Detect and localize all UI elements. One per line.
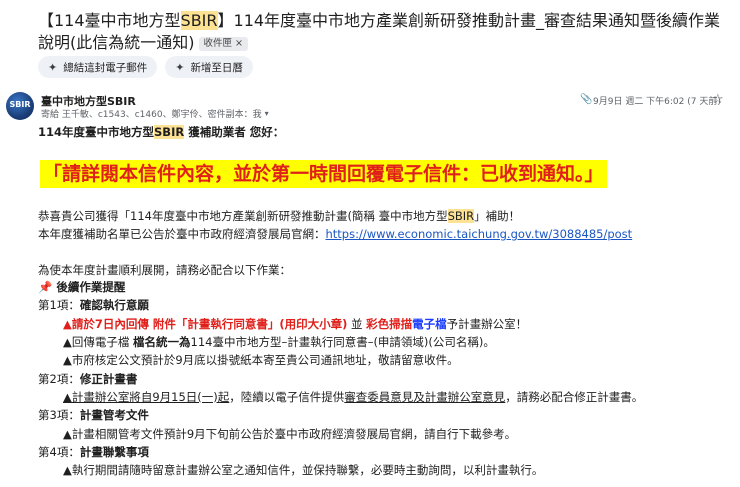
congrats-line: 恭喜貴公司獲得「114年度臺中市地方產業創新研發推動計畫(簡稱 臺中市地方型SB…: [38, 208, 520, 224]
item1-line1-red: ▲請於7日內回傳 附件「計畫執行同意書」(用印大小章): [63, 317, 348, 331]
avatar-text: SBIR: [9, 100, 31, 109]
item4-number: 第4項：: [38, 445, 80, 459]
item1-number: 第1項：: [38, 298, 80, 312]
item1-line3: ▲市府核定公文預計於9月底以掛號紙本寄至貴公司通訊地址，敬請留意收件。: [63, 353, 459, 367]
add-to-calendar-button[interactable]: ✦ 新增至日曆: [165, 56, 253, 78]
notice-banner: 「請詳閱本信件內容，並於第一時間回覆電子信件：已收到通知。」: [40, 160, 607, 188]
greeting-text-2: 獲補助業者 您好：: [184, 125, 285, 139]
item1-title: 確認執行意願: [79, 298, 149, 312]
intro-line: 為使本年度計畫順利展開，請務必配合以下作業：: [38, 263, 291, 277]
sparkle-icon: ✦: [48, 60, 58, 74]
item2-line1-d: ，請務必配合修正計畫書。: [505, 390, 644, 404]
summarize-label: 總結這封電子郵件: [63, 61, 148, 74]
item2-number: 第2項：: [38, 372, 80, 386]
email-actions: ✦ 總結這封電子郵件 ✦ 新增至日曆: [38, 56, 253, 78]
star-icon[interactable]: ☆: [712, 92, 724, 107]
congrats-text-1: 恭喜貴公司獲得「114年度臺中市地方產業創新研發推動計畫(簡稱 臺中市地方型: [38, 209, 448, 223]
email-subject: 【114臺中市地方型SBIR】114年度臺中市地方產業創新研發推動計畫_審查結果…: [38, 10, 728, 54]
item3-title: 計畫管考文件: [79, 408, 149, 422]
item3-line1: ▲計畫相關管考文件預計9月下旬前公告於臺中市政府經濟發展局官網，請自行下載參考。: [63, 427, 517, 441]
followup-title-text: 後續作業提醒: [56, 280, 126, 294]
item3-number: 第3項：: [38, 408, 80, 422]
item2-line1-b: ，陸續以電子信件提供: [229, 390, 345, 404]
item1-heading: 第1項：確認執行意願: [38, 297, 149, 313]
summarize-button[interactable]: ✦ 總結這封電子郵件: [38, 56, 158, 78]
item4-line1: ▲執行期間請隨時留意計畫辦公室之通知信件，並保持聯繫，必要時主動詢問，以利計畫執…: [63, 463, 544, 477]
greeting-sbir: SBIR: [154, 125, 185, 139]
sender-avatar[interactable]: SBIR: [6, 92, 34, 120]
item2-line1-c: 審查委員意見及計畫辦公室意見: [344, 390, 506, 404]
subject-text-1: 【114臺中市地方型: [38, 11, 181, 30]
item2-heading: 第2項：修正計畫書: [38, 371, 137, 387]
item1-line2-a: ▲回傳電子檔: [63, 335, 133, 349]
item3-heading: 第3項：計畫管考文件: [38, 407, 149, 423]
item1-line2: ▲回傳電子檔 檔名統一為114臺中市地方型–計畫執行同意書–(申請領域)(公司名…: [63, 334, 495, 350]
sparkle-icon: ✦: [175, 60, 185, 74]
greeting: 114年度臺中市地方型SBIR 獲補助業者 您好：: [38, 124, 284, 140]
list-link[interactable]: https://www.economic.taichung.gov.tw/308…: [326, 227, 633, 241]
list-text: 本年度獲補助名單已公告於臺中市政府經濟發展局官網：: [38, 227, 326, 241]
item4-title: 計畫聯繫事項: [79, 445, 149, 459]
congrats-sbir: SBIR: [447, 209, 475, 223]
item1-line1-red2: 彩色掃描: [366, 317, 413, 331]
item1-line2-b: 檔名統一為: [133, 335, 191, 349]
item4-heading: 第4項：計畫聯繫事項: [38, 444, 149, 460]
email-date: 9月9日 週二 下午6:02 (7 天前): [593, 97, 721, 107]
subject-sbir-highlight: SBIR: [180, 11, 218, 30]
attachment-icon: 📎: [580, 94, 593, 105]
item2-line1-a: ▲計畫辦公室將自9月15日(一)起: [63, 390, 230, 404]
item1-line1-blue: 電子檔: [412, 317, 447, 331]
item1-line1-mid: 並: [347, 317, 367, 331]
recipients-line[interactable]: 寄給 王千敏、c1543、c1460、鄭宇伶、密件副本：我 ▾: [41, 107, 269, 120]
item1-line2-c: 114臺中市地方型–計畫執行同意書–(申請領域)(公司名稱)。: [190, 335, 495, 349]
congrats-text-2: 」補助！: [474, 209, 521, 223]
inbox-label-chip[interactable]: 收件匣 ×: [198, 37, 248, 51]
chevron-down-icon[interactable]: ▾: [265, 109, 269, 118]
followup-title: 📌 後續作業提醒: [38, 279, 125, 295]
item1-line1: ▲請於7日內回傳 附件「計畫執行同意書」(用印大小章) 並 彩色掃描電子檔予計畫…: [63, 316, 527, 332]
item1-line1-end: 予計畫辦公室！: [446, 317, 528, 331]
recipients-text: 寄給 王千敏、c1543、c1460、鄭宇伶、密件副本：我: [41, 110, 262, 120]
list-line: 本年度獲補助名單已公告於臺中市政府經濟發展局官網：https://www.eco…: [38, 226, 632, 242]
greeting-text-1: 114年度臺中市地方型: [38, 125, 155, 139]
add-to-calendar-label: 新增至日曆: [190, 61, 243, 74]
pushpin-icon: 📌: [38, 280, 53, 294]
item2-title: 修正計畫書: [79, 372, 138, 386]
item2-line1: ▲計畫辦公室將自9月15日(一)起，陸續以電子信件提供審查委員意見及計畫辦公室意…: [63, 389, 643, 405]
